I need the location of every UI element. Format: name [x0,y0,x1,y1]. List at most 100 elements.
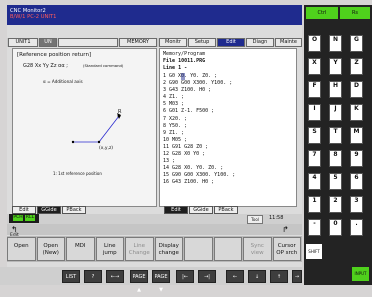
softkey-6[interactable]: Display change [154,237,183,261]
bottom-key-5[interactable]: PAGE ▼ [152,270,170,293]
program-line[interactable]: 12 G28 X0 Y0 ; [163,151,293,158]
left-tab-guide[interactable]: GGide [37,206,61,214]
keypad-panel: Ctrl Rs ONG XYZ FHD IJK STM 789 456 123 -0. SHIF… [304,5,372,285]
point-start-label: (x,y,z) [99,146,114,151]
keypad-key-Y[interactable]: Y [329,58,342,75]
tab-edit[interactable]: Edit [217,38,245,47]
keypad-key-D[interactable]: D [350,81,363,98]
tab-mainte[interactable]: Mainte [275,38,302,47]
softkey-4[interactable]: Line jump [95,237,124,261]
program-line[interactable]: 2 G90 G00 X300. Y100. ; [163,80,293,87]
softkey-1[interactable]: Open Edit [7,233,36,261]
keypad-key-N[interactable]: N [329,35,342,52]
tab-bar: UNIT1 UN MEMORY Monitr Setup Edit Diagn … [7,38,302,47]
keypad-key-1[interactable]: 1 [308,196,321,213]
bottom-key-1[interactable]: LIST [62,270,80,283]
keypad-key--[interactable]: - [308,219,321,236]
softkey-7[interactable] [184,237,213,261]
menu-next-icon[interactable]: ↱ [282,225,289,234]
keypad-key-0[interactable]: 0 [329,219,342,236]
tab-diagn[interactable]: Diagn [246,38,274,47]
left-tab-edit[interactable]: Edit [12,206,36,214]
program-line[interactable]: 13 ; [163,158,293,165]
bottom-key-3[interactable]: ←→ [106,270,124,283]
softkey-10[interactable]: Cursor OP srch [272,237,301,261]
guide-command-note: (Standard command) [83,63,124,68]
tab-setup[interactable]: Setup [188,38,216,47]
file-value: 10011.PRG [178,58,206,64]
reset-key[interactable]: Rs [340,7,370,19]
keypad-key-7[interactable]: 7 [308,150,321,167]
keypad-key-6[interactable]: 6 [350,173,363,190]
title-line2: B/W/1 PC-2 UNIT1 [10,14,57,20]
keypad-key-F[interactable]: F [308,81,321,98]
left-panel-tabs: Edit GGide PBack [12,206,92,214]
bottom-keys: LIST? ←→ PAGE ▲ PAGE ▼ |← →| ← ↓ ↑ → [0,267,302,293]
bottom-key-6[interactable]: |← [176,270,194,283]
shift-key[interactable]: SHIFT [306,244,322,259]
right-tab-guide[interactable]: GGide [189,206,213,214]
program-editor[interactable]: Memory/Program File 10011.PRG Line 1 - 1… [159,48,297,207]
keypad-key-.[interactable]: . [350,219,363,236]
tab-memory[interactable]: MEMORY [119,38,157,47]
program-line[interactable]: 11 G91 G28 Z0 ; [163,144,293,151]
softkey-9[interactable]: Sync view [243,237,272,261]
keypad-key-X[interactable]: X [308,58,321,75]
program-line[interactable]: 15 G90 G00 X300. Y100. ; [163,172,293,179]
keypad-key-2[interactable]: 2 [329,196,342,213]
program-line[interactable]: 6 G01 Z-1. F500 ; [163,108,293,115]
left-tab-pback[interactable]: PBack [62,206,86,214]
bottom-key-2[interactable]: ? [84,270,102,283]
program-line[interactable]: 3 G43 Z100. H0 ; [163,87,293,94]
program-line[interactable]: 8 Y50. ; [163,123,293,130]
keypad-key-T[interactable]: T [329,127,342,144]
softkey-5[interactable]: Line Change [125,237,154,261]
softkey-8[interactable] [213,237,242,261]
bottom-key-10[interactable]: ↑ [270,270,288,283]
keypad-key-9[interactable]: 9 [350,150,363,167]
keypad-key-3[interactable]: 3 [350,196,363,213]
bottom-key-11[interactable]: → [292,270,302,283]
keypad-key-G[interactable]: G [350,35,363,52]
right-tab-pback[interactable]: PBack [214,206,238,214]
tool-button[interactable]: Tool [247,215,263,224]
program-line[interactable]: 4 Z1. ; [163,94,293,101]
guide-command: G28 Xx Yy Zz αα ; [23,63,68,69]
program-line[interactable]: 16 G43 Z100. H0 ; [163,179,293,186]
keypad-key-O[interactable]: O [308,35,321,52]
softkey-sublabel: change [158,250,179,256]
keypad-key-5[interactable]: 5 [329,173,342,190]
bottom-key-9[interactable]: ↓ [248,270,266,283]
keypad-key-4[interactable]: 4 [308,173,321,190]
program-header: Memory/Program [163,51,206,57]
tab-unit1[interactable]: UNIT1 [8,38,38,47]
softkey-3[interactable]: MDI [66,237,95,261]
bottom-key-7[interactable]: →| [198,270,216,283]
keypad-key-M[interactable]: M [350,127,363,144]
program-lines[interactable]: 1 G0 X0. Y0. Z0. ; 2 G90 G00 X300. Y100. … [163,73,293,187]
bottom-key-8[interactable]: ← [226,270,244,283]
softkey-label: Line [133,243,145,249]
keypad-key-Z[interactable]: Z [350,58,363,75]
keypad-key-I[interactable]: I [308,104,321,121]
window-title: CNC Monitor2 B/W/1 PC-2 UNIT1 [7,5,302,25]
ctrl-key[interactable]: Ctrl [306,7,338,19]
softkey-2[interactable]: Open (New) [36,237,65,261]
program-line[interactable]: 14 G28 X0. Y0. Z0. ; [163,165,293,172]
program-line[interactable]: 5 M03 ; [163,101,293,108]
bottom-key-4[interactable]: PAGE ▲ [130,270,148,293]
keypad-key-H[interactable]: H [329,81,342,98]
program-line[interactable]: 9 Z1. ; [163,130,293,137]
tab-unit2[interactable]: UN [39,38,57,47]
softkey-label: Display [158,243,179,249]
program-line[interactable]: 10 M05 ; [163,137,293,144]
right-tab-edit[interactable]: Edit [164,206,188,214]
tab-monitor[interactable]: Monitr [159,38,187,47]
input-key[interactable]: INPUT [352,267,369,281]
softkey-label: Cursor [277,243,296,249]
program-line[interactable]: 7 X20. ; [163,116,293,123]
keypad-key-8[interactable]: 8 [329,150,342,167]
keypad-key-S[interactable]: S [308,127,321,144]
keypad-key-J[interactable]: J [329,104,342,121]
keypad-key-K[interactable]: K [350,104,363,121]
